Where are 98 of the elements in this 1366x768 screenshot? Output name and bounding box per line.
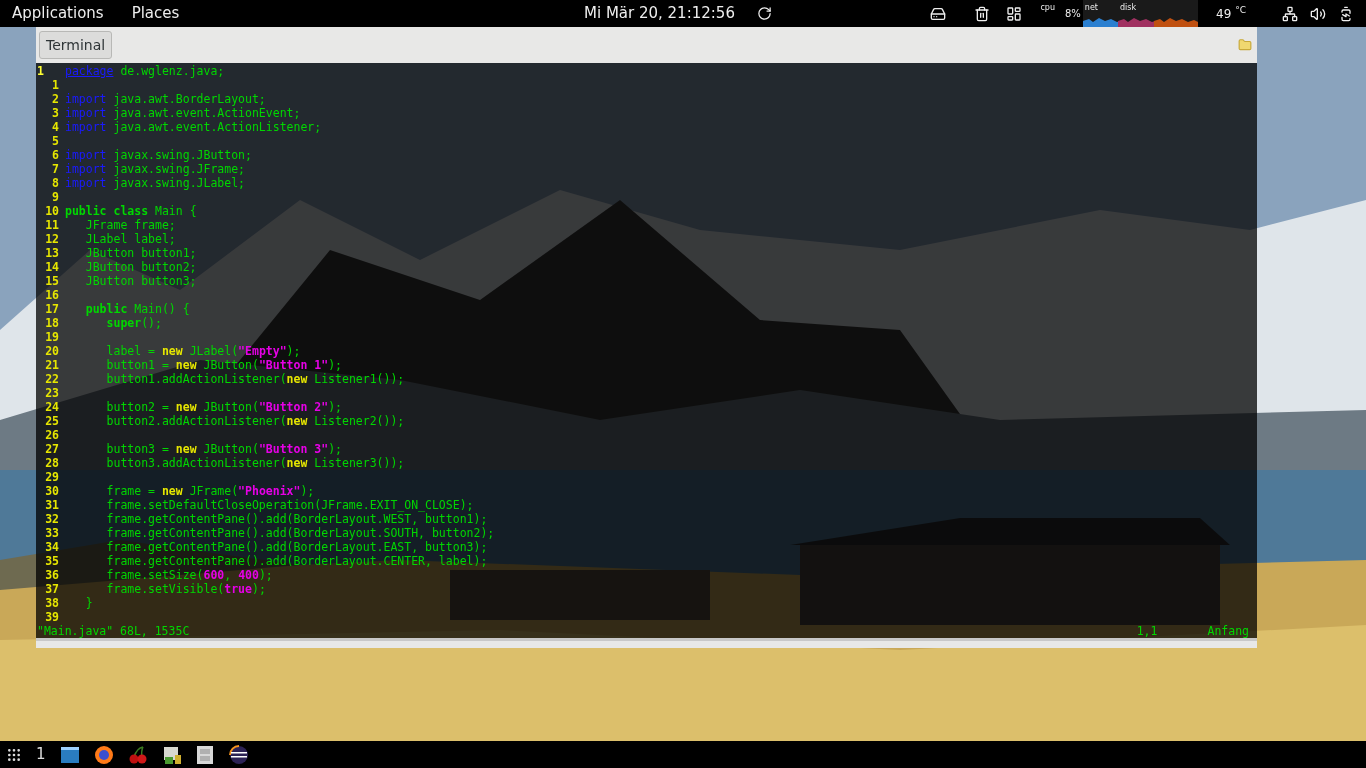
line-number: 1 — [52, 78, 59, 92]
line-number: 18 — [45, 316, 59, 330]
volume-icon[interactable] — [1310, 5, 1326, 22]
line-number: 38 — [45, 596, 59, 610]
line-number: 30 — [45, 484, 59, 498]
code-line: JButton button1; — [84, 246, 197, 260]
line-number: 14 — [45, 260, 59, 274]
code-line: frame.setDefaultCloseOperation(JFrame.EXIT_ON_CLOSE); — [105, 498, 474, 512]
code-line: frame.getContentPane().add(BorderLayout.EAST, button3); — [105, 540, 488, 554]
code-line: frame = new JFrame("Phoenix"); — [105, 484, 315, 498]
code-line: import java.awt.event.ActionEvent; — [65, 106, 301, 120]
line-number: 4 — [52, 120, 59, 134]
menu-item[interactable]: Places — [131, 2, 180, 25]
line-number: 37 — [45, 582, 59, 596]
cpu-value: 8% — [1065, 7, 1081, 21]
net-label: net — [1084, 2, 1098, 14]
line-number: 23 — [45, 386, 59, 400]
code-line: import java.awt.event.ActionListener; — [65, 120, 322, 134]
line-number: 31 — [45, 498, 59, 512]
line-number: 8 — [52, 176, 59, 190]
browser-icon[interactable] — [93, 744, 114, 765]
code-line: label = new JLabel("Empty"); — [105, 344, 301, 358]
battery-icon[interactable] — [1338, 5, 1354, 22]
line-number: 16 — [45, 288, 59, 302]
line-number: 11 — [45, 218, 59, 232]
code-line: JButton button3; — [84, 274, 197, 288]
line-number: 28 — [45, 456, 59, 470]
temperature: 49 $^{°C}$ — [1216, 4, 1246, 23]
line-number: 25 — [45, 414, 59, 428]
workspaces-icon[interactable] — [1006, 5, 1023, 22]
code-line: frame.setSize(600, 400); — [105, 568, 273, 582]
line-number: 13 — [45, 246, 59, 260]
code-line: import java.awt.BorderLayout; — [65, 92, 266, 106]
code-line: frame.getContentPane().add(BorderLayout.SOUTH, button2); — [105, 526, 495, 540]
code-line: frame.setVisible(true); — [105, 582, 266, 596]
line-number: 35 — [45, 554, 59, 568]
file-cabinet-icon[interactable] — [195, 744, 214, 765]
line-number: 29 — [45, 470, 59, 484]
code-line: frame.getContentPane().add(BorderLayout.WEST, button1); — [105, 512, 488, 526]
code-line: } — [84, 596, 93, 610]
line-number: 5 — [52, 134, 59, 148]
line-number: 27 — [45, 442, 59, 456]
line-number: 2 — [52, 92, 59, 106]
refresh-icon[interactable] — [757, 6, 772, 21]
code-line: import javax.swing.JFrame; — [65, 162, 246, 176]
clock[interactable]: Mi Mär 20, 21:12:56 — [584, 2, 735, 25]
terminal-tab[interactable]: Terminal — [39, 31, 113, 59]
line-number: 24 — [45, 400, 59, 414]
cpu-label: cpu — [1040, 2, 1055, 14]
line-number: 3 — [52, 106, 59, 120]
disk-label: disk — [1120, 2, 1137, 14]
line-number: 21 — [45, 358, 59, 372]
line-number: 10 — [45, 204, 59, 218]
code-line: import javax.swing.JLabel; — [65, 176, 246, 190]
line-number: 7 — [52, 162, 59, 176]
disk-graph — [1154, 0, 1199, 27]
line-number: 19 — [45, 330, 59, 344]
code-line: JFrame frame; — [84, 218, 176, 232]
line-number: 34 — [45, 540, 59, 554]
window-icon[interactable] — [59, 745, 80, 764]
cherry-icon[interactable] — [127, 744, 148, 765]
code-line: button2.addActionListener(new Listener2()); — [105, 414, 405, 428]
code-line: import javax.swing.JButton; — [65, 148, 252, 162]
network-icon[interactable] — [1282, 5, 1298, 22]
line-number: 6 — [52, 148, 59, 162]
line-number: 26 — [45, 428, 59, 442]
line-number: 9 — [52, 190, 59, 204]
menu-item[interactable]: Applications — [12, 2, 104, 25]
code-line: public class Main { — [65, 204, 197, 218]
code-line: button2 = new JButton("Button 2"); — [105, 400, 342, 414]
code-line: button1 = new JButton("Button 1"); — [105, 358, 342, 372]
code-line: frame.getContentPane().add(BorderLayout.CENTER, label); — [105, 554, 488, 568]
workspace-number[interactable]: 1 — [36, 743, 46, 766]
line-number: 12 — [45, 232, 59, 246]
line-number: 33 — [45, 526, 59, 540]
line-number: 36 — [45, 568, 59, 582]
code-line: button3.addActionListener(new Listener3()); — [105, 456, 405, 470]
trash-icon[interactable] — [974, 5, 991, 22]
code-line: button1.addActionListener(new Listener1()); — [105, 372, 405, 386]
monitor-app-icon[interactable] — [161, 744, 182, 765]
code-line: button3 = new JButton("Button 3"); — [105, 442, 342, 456]
line-number: 20 — [45, 344, 59, 358]
apps-grid-icon[interactable] — [6, 746, 22, 763]
code-line: package de.wglenz.java; — [65, 64, 225, 78]
cursor-position: 1,1 — [1136, 624, 1158, 638]
eclipse-icon[interactable] — [227, 744, 250, 765]
code-line: super(); — [105, 316, 162, 330]
code-line: JButton button2; — [84, 260, 197, 274]
scroll-position: Anfang — [1207, 624, 1249, 638]
line-number: 1 — [37, 64, 44, 78]
code-line: public Main() { — [84, 302, 190, 316]
line-number: 17 — [45, 302, 59, 316]
line-number: 15 — [45, 274, 59, 288]
line-number: 22 — [45, 372, 59, 386]
code-line: JLabel label; — [84, 232, 176, 246]
status-message: "Main.java" 68L, 1535C — [37, 624, 190, 638]
line-number: 39 — [45, 610, 59, 624]
line-number: 32 — [45, 512, 59, 526]
